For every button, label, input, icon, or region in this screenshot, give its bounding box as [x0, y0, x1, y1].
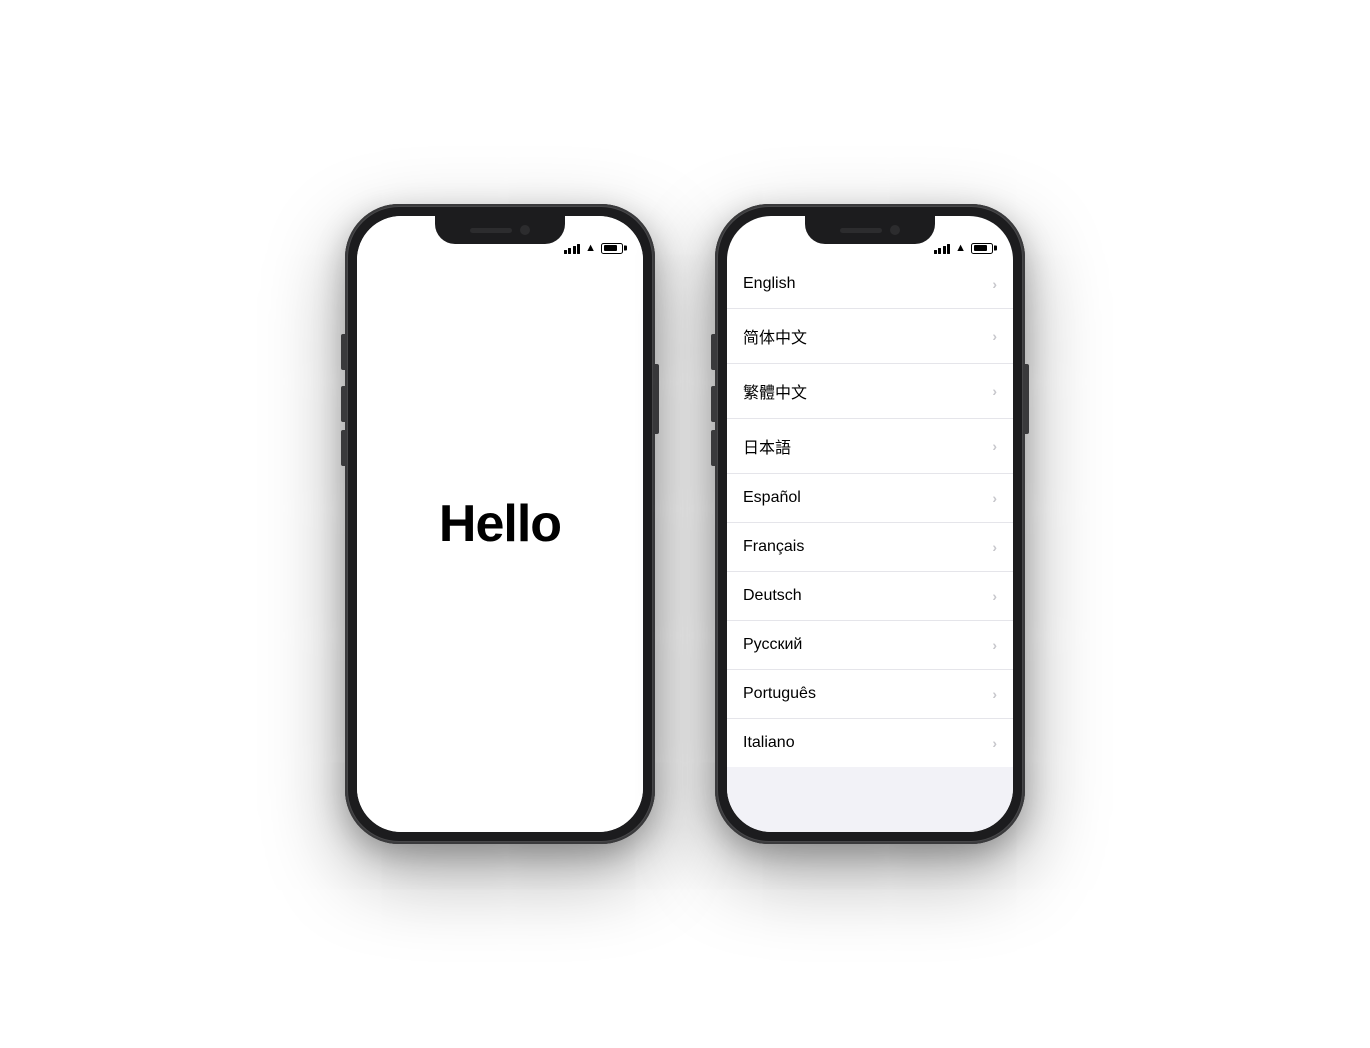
chevron-icon-spanish: ›: [992, 490, 997, 506]
battery-fill-2: [974, 245, 988, 251]
chevron-icon-russian: ›: [992, 637, 997, 653]
wifi-icon-2: ▲: [955, 243, 966, 254]
language-item-spanish[interactable]: Español ›: [727, 474, 1013, 523]
language-name-traditional-chinese: 繁體中文: [743, 379, 807, 403]
language-name-portuguese: Português: [743, 685, 816, 703]
chevron-icon-english: ›: [992, 276, 997, 292]
language-name-simplified-chinese: 简体中文: [743, 324, 807, 348]
chevron-icon-simplified-chinese: ›: [992, 328, 997, 344]
chevron-icon-german: ›: [992, 588, 997, 604]
language-item-simplified-chinese[interactable]: 简体中文 ›: [727, 309, 1013, 364]
language-list: English › 简体中文 › 繁體中文 › 日本語 › Español › …: [727, 260, 1013, 767]
battery-icon-1: [601, 243, 623, 254]
language-item-russian[interactable]: Русский ›: [727, 621, 1013, 670]
battery-fill-1: [604, 245, 618, 251]
language-item-traditional-chinese[interactable]: 繁體中文 ›: [727, 364, 1013, 419]
phone-2: ▲ English › 简体中文 › 繁體中文 › 日本語 › Español: [715, 204, 1025, 844]
language-name-french: Français: [743, 538, 804, 556]
language-item-italian[interactable]: Italiano ›: [727, 719, 1013, 767]
speaker-2: [840, 228, 882, 233]
language-item-japanese[interactable]: 日本語 ›: [727, 419, 1013, 474]
bar-2: [568, 248, 571, 254]
phone-1-screen: ▲ Hello: [357, 216, 643, 832]
wifi-icon-1: ▲: [585, 243, 596, 254]
language-item-french[interactable]: Français ›: [727, 523, 1013, 572]
status-icons-2: ▲: [934, 242, 993, 254]
bar-3: [573, 246, 576, 254]
language-item-english[interactable]: English ›: [727, 260, 1013, 309]
phone-2-screen: ▲ English › 简体中文 › 繁體中文 › 日本語 › Español: [727, 216, 1013, 832]
status-icons-1: ▲: [564, 242, 623, 254]
language-name-russian: Русский: [743, 636, 802, 654]
phone-1: ▲ Hello: [345, 204, 655, 844]
language-screen: English › 简体中文 › 繁體中文 › 日本語 › Español › …: [727, 260, 1013, 832]
language-name-german: Deutsch: [743, 587, 802, 605]
hello-screen: Hello: [357, 216, 643, 832]
chevron-icon-japanese: ›: [992, 438, 997, 454]
signal-icon-1: [564, 242, 581, 254]
chevron-icon-traditional-chinese: ›: [992, 383, 997, 399]
language-name-spanish: Español: [743, 489, 801, 507]
hello-text: Hello: [439, 494, 561, 554]
bar-4: [577, 244, 580, 254]
camera-2: [890, 225, 900, 235]
chevron-icon-french: ›: [992, 539, 997, 555]
battery-icon-2: [971, 243, 993, 254]
notch-1: [435, 216, 565, 244]
language-name-japanese: 日本語: [743, 434, 791, 458]
speaker-1: [470, 228, 512, 233]
language-item-portuguese[interactable]: Português ›: [727, 670, 1013, 719]
language-name-english: English: [743, 275, 795, 293]
bar-1: [564, 250, 567, 254]
chevron-icon-italian: ›: [992, 735, 997, 751]
language-item-german[interactable]: Deutsch ›: [727, 572, 1013, 621]
chevron-icon-portuguese: ›: [992, 686, 997, 702]
language-name-italian: Italiano: [743, 734, 795, 752]
phone-2-shell: ▲ English › 简体中文 › 繁體中文 › 日本語 › Español: [715, 204, 1025, 844]
bar-4: [947, 244, 950, 254]
camera-1: [520, 225, 530, 235]
bar-1: [934, 250, 937, 254]
signal-icon-2: [934, 242, 951, 254]
bar-3: [943, 246, 946, 254]
phone-1-shell: ▲ Hello: [345, 204, 655, 844]
notch-2: [805, 216, 935, 244]
bar-2: [938, 248, 941, 254]
